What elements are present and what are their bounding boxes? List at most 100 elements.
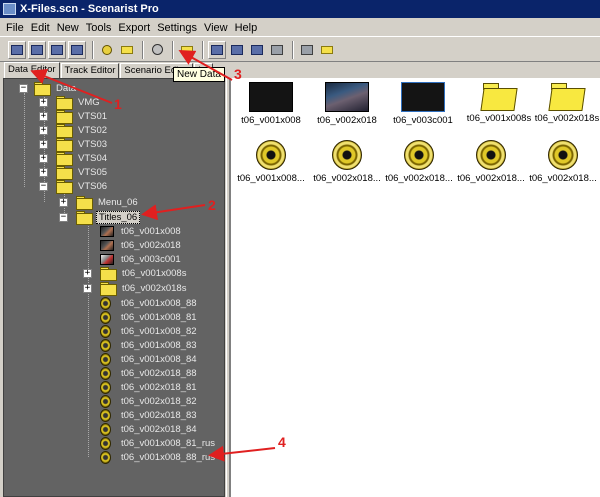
tree-node-label: t06_v001x008_83 xyxy=(121,339,197,351)
tree-node-vmg[interactable]: VMG xyxy=(56,95,102,110)
tree-node-label: t06_v003c001 xyxy=(121,253,181,265)
data-icon xyxy=(251,44,263,55)
tree-node-audio[interactable]: t06_v001x008_84 xyxy=(100,352,199,366)
data-icon xyxy=(271,44,283,55)
content-item-video[interactable]: t06_v001x008 xyxy=(235,82,307,126)
tree-node-audio[interactable]: t06_v001x008_81_rus xyxy=(100,436,217,450)
toolbar-flag-button[interactable] xyxy=(318,41,336,59)
tree-node-vts05[interactable]: VTS05 xyxy=(56,165,109,180)
toolbar-view4-button[interactable] xyxy=(68,40,86,59)
content-item-folder[interactable]: t06_v002x018s xyxy=(531,80,600,124)
tab-track-editor[interactable]: Track Editor xyxy=(60,63,120,79)
tree-node-vts04[interactable]: VTS04 xyxy=(56,151,109,166)
audio-icon xyxy=(100,324,111,338)
toolbar-data3-button[interactable] xyxy=(248,41,266,59)
expander-vts05[interactable]: + xyxy=(39,168,48,177)
tree-node-vts06[interactable]: VTS06 xyxy=(56,179,109,194)
menu-edit[interactable]: Edit xyxy=(31,22,50,34)
content-item-audio[interactable]: t06_v002x018... xyxy=(455,140,527,184)
content-item-label: t06_v001x008... xyxy=(237,173,305,184)
tree-node-audio[interactable]: t06_v002x018_82 xyxy=(100,394,199,408)
content-item-folder[interactable]: t06_v001x008s xyxy=(463,80,535,124)
tree-node-audio[interactable]: t06_v002x018_84 xyxy=(100,422,199,436)
audio-icon xyxy=(476,140,506,170)
audio-icon xyxy=(548,140,578,170)
new-data-button[interactable] xyxy=(208,40,226,59)
expander-vts01[interactable]: + xyxy=(39,112,48,121)
toolbar-view2-button[interactable] xyxy=(28,40,46,59)
menu-help[interactable]: Help xyxy=(235,22,258,34)
toolbar-gear-button[interactable] xyxy=(148,41,166,59)
toolbar-folder-button[interactable] xyxy=(118,41,136,59)
tree-node-audio[interactable]: t06_v001x008_88 xyxy=(100,296,199,310)
tree-node-data[interactable]: Data xyxy=(34,81,78,96)
expander-vts06[interactable]: − xyxy=(39,182,48,191)
tree-node-video[interactable]: t06_v003c001 xyxy=(100,252,183,266)
menu-tools[interactable]: Tools xyxy=(86,22,112,34)
tree-node-audio[interactable]: t06_v001x008_83 xyxy=(100,338,199,352)
tree-node-menu06[interactable]: Menu_06 xyxy=(76,195,140,210)
audio-icon xyxy=(404,140,434,170)
toolbar-separator xyxy=(142,40,144,59)
tree-node-vts02[interactable]: VTS02 xyxy=(56,123,109,138)
tree-node-vts03[interactable]: VTS03 xyxy=(56,137,109,152)
tree-node-label: Titles_06 xyxy=(96,210,141,224)
expander-vts03[interactable]: + xyxy=(39,140,48,149)
link-icon xyxy=(301,44,313,55)
tree-node-audio[interactable]: t06_v002x018_88 xyxy=(100,366,199,380)
expander-titles06[interactable]: − xyxy=(59,213,68,222)
tree-node-titles06[interactable]: Titles_06 xyxy=(76,210,141,225)
content-item-video[interactable]: t06_v003c001 xyxy=(387,82,459,126)
data-tree: − Data + VMG + VTS01 + VTS02 + VTS03 + V… xyxy=(3,78,225,497)
window-icon xyxy=(11,44,23,55)
content-item-video[interactable]: t06_v002x018 xyxy=(311,82,383,126)
toolbar-separator xyxy=(202,40,204,59)
toolbar-data2-button[interactable] xyxy=(228,41,246,59)
expander-subfolder[interactable]: + xyxy=(83,284,92,293)
content-item-audio[interactable]: t06_v002x018... xyxy=(527,140,599,184)
audio-icon xyxy=(100,352,111,366)
tree-node-audio[interactable]: t06_v001x008_82 xyxy=(100,324,199,338)
menu-file[interactable]: File xyxy=(6,22,24,34)
expander-root[interactable]: − xyxy=(19,84,28,93)
tree-node-video[interactable]: t06_v002x018 xyxy=(100,238,183,252)
menu-new[interactable]: New xyxy=(57,22,79,34)
tree-node-audio[interactable]: t06_v002x018_83 xyxy=(100,408,199,422)
annotation-label-3: 3 xyxy=(234,66,242,82)
menu-settings[interactable]: Settings xyxy=(157,22,197,34)
tree-node-audio[interactable]: t06_v002x018_81 xyxy=(100,380,199,394)
content-item-audio[interactable]: t06_v002x018... xyxy=(383,140,455,184)
folder-icon xyxy=(482,82,516,110)
folder-icon xyxy=(56,124,73,138)
tree-node-subfolder[interactable]: t06_v002x018s xyxy=(100,281,188,296)
tree-node-audio[interactable]: t06_v001x008_81 xyxy=(100,310,199,324)
toolbar-data4-button[interactable] xyxy=(268,41,286,59)
menu-export[interactable]: Export xyxy=(118,22,150,34)
toolbar-view3-button[interactable] xyxy=(48,40,66,59)
folder-icon xyxy=(76,196,93,210)
content-item-audio[interactable]: t06_v002x018... xyxy=(311,140,383,184)
expander-vts02[interactable]: + xyxy=(39,126,48,135)
audio-icon xyxy=(100,394,111,408)
audio-icon xyxy=(332,140,362,170)
menu-view[interactable]: View xyxy=(204,22,228,34)
tree-node-vts01[interactable]: VTS01 xyxy=(56,109,109,124)
content-item-label: t06_v001x008 xyxy=(241,115,301,126)
tree-node-audio[interactable]: t06_v001x008_88_rus xyxy=(100,450,217,464)
app-window: X-Files.scn - Scenarist Pro File Edit Ne… xyxy=(0,0,600,497)
expander-vts04[interactable]: + xyxy=(39,154,48,163)
toolbar-bulb-button[interactable] xyxy=(98,41,116,59)
expander-menu06[interactable]: + xyxy=(59,198,68,207)
content-item-audio[interactable]: t06_v001x008... xyxy=(235,140,307,184)
toolbar-link-button[interactable] xyxy=(298,41,316,59)
tree-node-subfolder[interactable]: t06_v001x008s xyxy=(100,266,188,281)
toolbar-view1-button[interactable] xyxy=(8,40,26,59)
toolbar-open-folder-button[interactable] xyxy=(178,41,196,59)
tree-node-label: t06_v001x008_81 xyxy=(121,311,197,323)
expander-subfolder[interactable]: + xyxy=(83,269,92,278)
expander-vmg[interactable]: + xyxy=(39,98,48,107)
tree-node-video[interactable]: t06_v001x008 xyxy=(100,224,183,238)
tree-node-label: t06_v002x018_88 xyxy=(121,367,197,379)
folder-icon xyxy=(56,138,73,152)
tree-node-label: t06_v001x008_88 xyxy=(121,297,197,309)
